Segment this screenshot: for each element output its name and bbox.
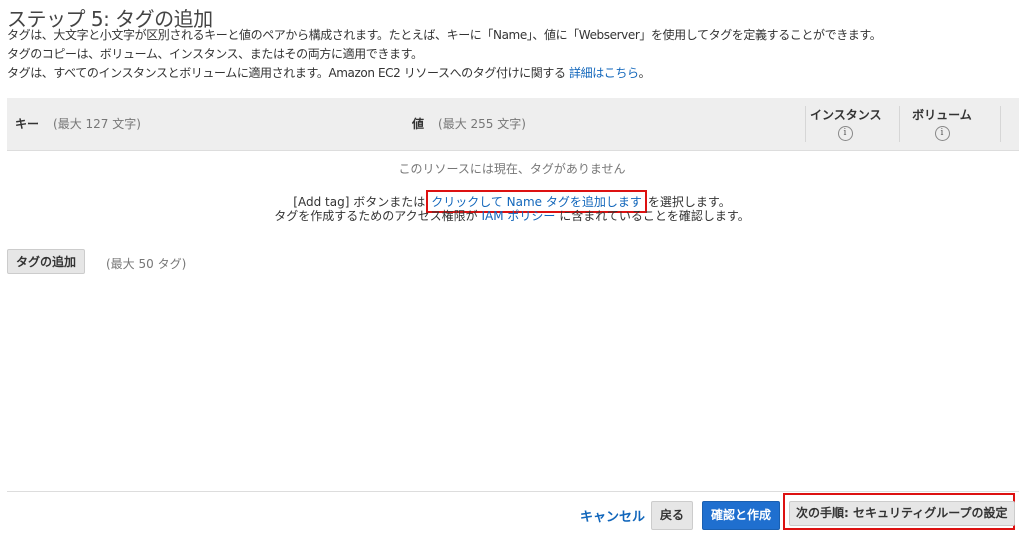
highlight-box: 次の手順: セキュリティグループの設定: [783, 493, 1015, 530]
footer-divider: [7, 491, 1019, 492]
back-button[interactable]: 戻る: [651, 501, 694, 530]
description-line-3-text: タグは、すべてのインスタンスとボリュームに適用されます。Amazon EC2 リ…: [7, 66, 566, 80]
volumes-label: ボリューム: [912, 108, 972, 122]
key-label: キー: [15, 117, 40, 131]
key-hint: (最大 127 文字): [53, 117, 141, 131]
instances-label: インスタンス: [810, 108, 882, 122]
column-header-volumes: ボリューム i: [910, 106, 974, 141]
column-header-key: キー (最大 127 文字): [15, 115, 141, 132]
column-header-instances: インスタンス i: [810, 106, 882, 141]
learn-more-link[interactable]: 詳細はこちら: [569, 66, 639, 80]
empty-tags-message: このリソースには現在、タグがありません: [398, 162, 626, 176]
value-hint: (最大 255 文字): [438, 117, 526, 131]
description-line-3-end: 。: [638, 66, 651, 80]
description-line-2: タグのコピーは、ボリューム、インスタンス、またはその両方に適用できます。: [7, 47, 423, 61]
description-line-1: タグは、大文字と小文字が区別されるキーと値のペアから構成されます。たとえば、キー…: [7, 28, 882, 42]
column-divider: [1000, 106, 1001, 142]
column-header-value: 値 (最大 255 文字): [412, 115, 526, 132]
tag-table-header: キー (最大 127 文字) 値 (最大 255 文字) インスタンス i ボリュー…: [7, 98, 1019, 151]
info-icon[interactable]: i: [934, 126, 950, 141]
column-divider: [899, 106, 900, 142]
iam-policy-link[interactable]: IAM ポリシー: [482, 209, 556, 223]
max-tags-hint: (最大 50 タグ): [106, 257, 187, 271]
iam-note-prefix: タグを作成するためのアクセス権限が: [274, 209, 478, 223]
column-divider: [805, 106, 806, 142]
info-icon[interactable]: i: [837, 126, 853, 141]
value-label: 値: [412, 117, 425, 131]
review-and-launch-button[interactable]: 確認と作成: [702, 501, 781, 530]
add-tag-button[interactable]: タグの追加: [7, 249, 86, 274]
iam-permission-note: タグを作成するためのアクセス権限が IAM ポリシー に含まれていることを確認し…: [0, 207, 1024, 224]
description-line-3: タグは、すべてのインスタンスとボリュームに適用されます。Amazon EC2 リ…: [7, 64, 651, 81]
iam-note-suffix: に含まれていることを確認します。: [559, 209, 750, 223]
cancel-link[interactable]: キャンセル: [580, 506, 645, 525]
next-configure-security-group-button[interactable]: 次の手順: セキュリティグループの設定: [789, 501, 1015, 526]
